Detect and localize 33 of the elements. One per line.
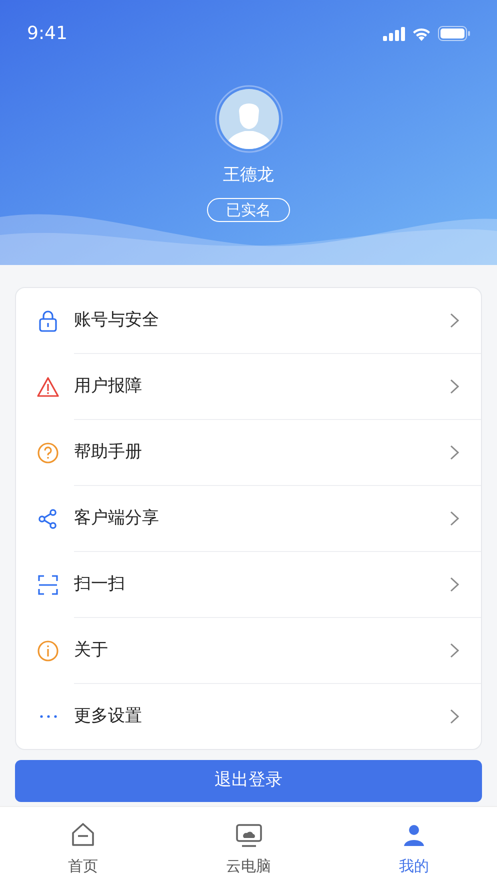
chevron-right-icon: [450, 313, 459, 328]
menu-item[interactable]: 关于: [16, 618, 481, 683]
verified-badge: 已实名: [207, 198, 290, 222]
chevron-right-icon: [450, 445, 459, 460]
tab[interactable]: 云电脑: [166, 807, 332, 883]
logout-button[interactable]: 退出登录: [15, 760, 482, 802]
chevron-right-icon: [450, 643, 459, 658]
menu-item[interactable]: 账号与安全: [16, 288, 481, 353]
scan-icon: [37, 574, 59, 596]
avatar: [214, 85, 282, 153]
warning-icon: [37, 376, 59, 398]
wifi-icon: [412, 26, 431, 40]
signal-icon: [383, 26, 405, 40]
info-icon: [37, 640, 59, 662]
chevron-right-icon: [450, 577, 459, 592]
chevron-right-icon: [450, 379, 459, 394]
share-icon: [37, 508, 59, 530]
monitor-icon: [234, 821, 262, 849]
menu-item[interactable]: 帮助手册: [16, 420, 481, 485]
more-icon: [40, 715, 56, 718]
battery-icon: [438, 26, 470, 41]
tab[interactable]: 首页: [0, 807, 166, 883]
user-name: 王德龙: [223, 164, 274, 187]
status-time: 9:41: [27, 22, 68, 46]
help-icon: [37, 442, 59, 464]
tab[interactable]: 我的: [331, 807, 497, 883]
lock-icon: [37, 310, 59, 332]
menu-item[interactable]: 扫一扫: [16, 552, 481, 617]
chevron-right-icon: [450, 511, 459, 526]
menu-item[interactable]: 客户端分享: [16, 486, 481, 551]
menu-item[interactable]: 用户报障: [16, 354, 481, 419]
chevron-right-icon: [450, 709, 459, 724]
menu-item[interactable]: 更多设置: [16, 684, 481, 749]
